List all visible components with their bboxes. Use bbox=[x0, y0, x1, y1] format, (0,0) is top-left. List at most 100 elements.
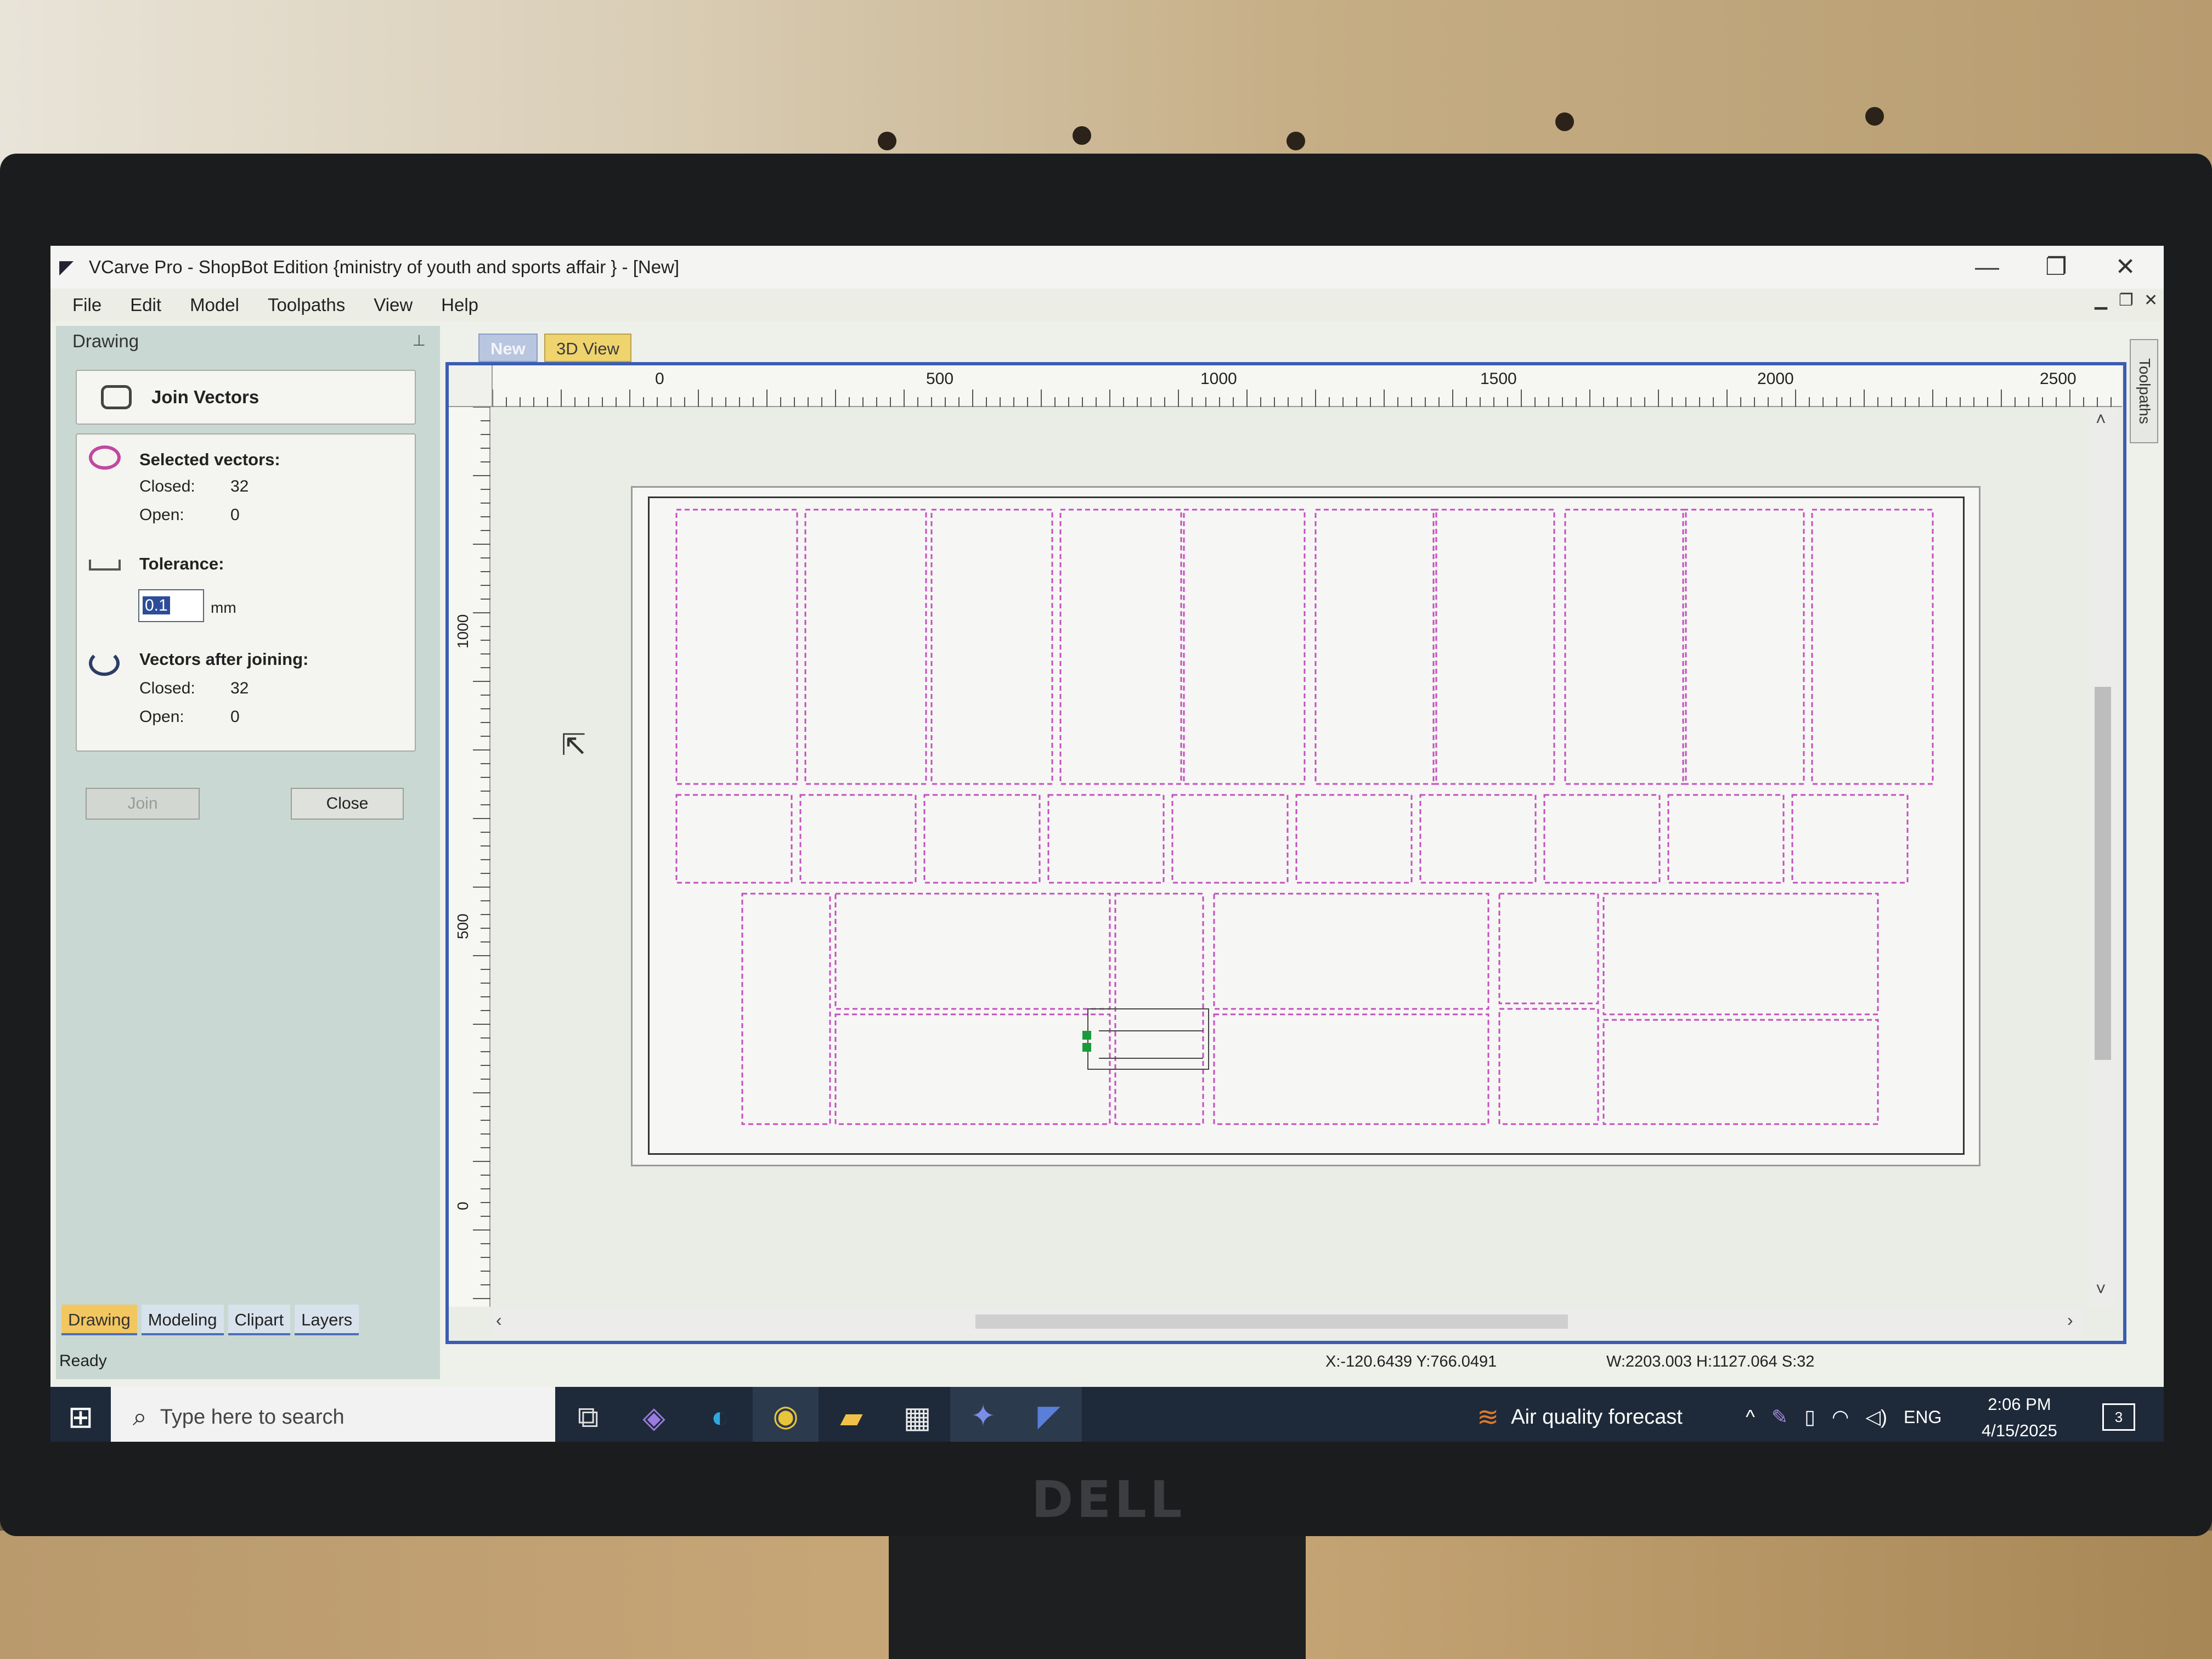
tab-modeling[interactable]: Modeling bbox=[141, 1305, 224, 1335]
pin-icon[interactable]: ⊥ bbox=[413, 331, 426, 349]
store-icon[interactable]: ▦ bbox=[884, 1387, 950, 1442]
vector-part[interactable] bbox=[1811, 509, 1934, 785]
weather-widget[interactable]: ≋ Air quality forecast bbox=[1477, 1387, 1683, 1442]
horizontal-ruler: 0 500 1000 1500 2000 2500 bbox=[493, 365, 2122, 407]
screen: ◤ VCarve Pro - ShopBot Edition {ministry… bbox=[50, 246, 2164, 1442]
tolerance-input[interactable]: 0.1 bbox=[138, 589, 204, 622]
vertical-scroll-thumb[interactable] bbox=[2095, 687, 2111, 1060]
monitor-brand-logo: DELL bbox=[1031, 1470, 1186, 1529]
vector-part[interactable] bbox=[1314, 509, 1437, 785]
selected-part-outline[interactable] bbox=[1087, 1008, 1209, 1070]
vector-parts[interactable] bbox=[633, 488, 1982, 1168]
menu-toolpaths[interactable]: Toolpaths bbox=[268, 295, 345, 315]
ruler-origin-corner[interactable] bbox=[449, 365, 493, 407]
search-placeholder: Type here to search bbox=[160, 1405, 345, 1429]
close-button[interactable]: Close bbox=[291, 788, 404, 820]
menu-edit[interactable]: Edit bbox=[130, 295, 161, 315]
language-indicator[interactable]: ENG bbox=[1904, 1407, 1942, 1427]
vector-part[interactable] bbox=[1602, 1019, 1879, 1125]
tab-drawing[interactable]: Drawing bbox=[61, 1305, 137, 1335]
vector-part[interactable] bbox=[1059, 509, 1182, 785]
wifi-icon[interactable]: ◠ bbox=[1832, 1406, 1849, 1429]
selected-closed-value: 32 bbox=[230, 477, 249, 495]
selected-open-label: Open: bbox=[139, 506, 184, 524]
node-handle[interactable] bbox=[1082, 1043, 1091, 1052]
vector-part[interactable] bbox=[1295, 794, 1413, 884]
taskbar-clock[interactable]: 2:06 PM 4/15/2025 bbox=[1982, 1391, 2057, 1442]
vector-part[interactable] bbox=[1498, 893, 1599, 1005]
vector-part[interactable] bbox=[804, 509, 927, 785]
vcarve-app-icon: ◤ bbox=[59, 257, 74, 278]
menu-help[interactable]: Help bbox=[441, 295, 478, 315]
minimize-button[interactable]: — bbox=[1954, 246, 2020, 289]
scroll-right-icon[interactable]: › bbox=[2067, 1310, 2073, 1330]
tab-new[interactable]: New bbox=[478, 334, 538, 362]
battery-icon[interactable]: ▯ bbox=[1804, 1406, 1815, 1429]
taskbar-search-box[interactable]: ⌕ Type here to search bbox=[111, 1387, 555, 1442]
drawing-canvas[interactable]: 0 500 1000 1500 2000 2500 1000 500 0 ⇱ ‹… bbox=[445, 362, 2126, 1344]
volume-icon[interactable]: ◁) bbox=[1865, 1406, 1887, 1429]
chrome-icon[interactable]: ◉ bbox=[753, 1387, 819, 1442]
vector-part[interactable] bbox=[923, 794, 1041, 884]
vector-part[interactable] bbox=[834, 893, 1111, 1010]
vector-part[interactable] bbox=[834, 1013, 1111, 1125]
restore-button[interactable]: ❐ bbox=[2023, 246, 2089, 289]
title-bar: ◤ VCarve Pro - ShopBot Edition {ministry… bbox=[50, 246, 2164, 289]
vector-part[interactable] bbox=[1213, 1013, 1489, 1125]
vertical-scrollbar[interactable]: ˄ ˅ bbox=[2089, 407, 2117, 1307]
task-view-icon[interactable]: ⧉ bbox=[555, 1387, 621, 1442]
close-window-button[interactable]: ✕ bbox=[2092, 246, 2158, 289]
tab-layers[interactable]: Layers bbox=[295, 1305, 359, 1335]
vector-part[interactable] bbox=[1498, 1008, 1599, 1125]
tolerance-unit: mm bbox=[211, 599, 236, 616]
horizontal-scrollbar[interactable]: ‹ › bbox=[493, 1308, 2084, 1335]
vector-part[interactable] bbox=[1682, 509, 1805, 785]
tab-3d-view[interactable]: 3D View bbox=[544, 334, 631, 362]
node-handle[interactable] bbox=[1082, 1031, 1091, 1040]
vector-part[interactable] bbox=[1183, 509, 1306, 785]
selected-closed-label: Closed: bbox=[139, 477, 195, 495]
tray-chevron-icon[interactable]: ^ bbox=[1746, 1406, 1755, 1429]
join-button[interactable]: Join bbox=[86, 788, 200, 820]
vector-part[interactable] bbox=[1543, 794, 1661, 884]
vector-part[interactable] bbox=[675, 509, 798, 785]
scroll-down-icon[interactable]: ˅ bbox=[2096, 1279, 2106, 1300]
vector-part[interactable] bbox=[1602, 893, 1879, 1015]
menu-file[interactable]: File bbox=[72, 295, 101, 315]
menu-model[interactable]: Model bbox=[190, 295, 239, 315]
vector-part[interactable] bbox=[741, 893, 831, 1125]
mdi-minimize-icon[interactable]: ▁ bbox=[2095, 291, 2107, 310]
menu-view[interactable]: View bbox=[374, 295, 413, 315]
scroll-left-icon[interactable]: ‹ bbox=[496, 1310, 502, 1330]
vector-part[interactable] bbox=[1047, 794, 1165, 884]
horizontal-scroll-thumb[interactable] bbox=[975, 1314, 1568, 1329]
file-explorer-icon[interactable]: ▰ bbox=[819, 1387, 884, 1442]
windows-taskbar: ⊞ ⌕ Type here to search ⧉ ◈ ◐ ◉ ▰ ▦ ✦ ◤ … bbox=[50, 1387, 2164, 1442]
vectric-app-icon[interactable]: ✦ bbox=[950, 1387, 1016, 1442]
vectors-after-icon bbox=[89, 651, 120, 676]
mdi-close-icon[interactable]: ✕ bbox=[2144, 291, 2158, 310]
vcarve-taskbar-icon[interactable]: ◤ bbox=[1016, 1387, 1082, 1442]
vector-part[interactable] bbox=[1791, 794, 1909, 884]
toolpaths-side-tab[interactable]: Toolpaths bbox=[2130, 339, 2158, 443]
copilot-icon[interactable]: ◈ bbox=[621, 1387, 687, 1442]
vector-part[interactable] bbox=[930, 509, 1053, 785]
vector-part[interactable] bbox=[1564, 509, 1687, 785]
notification-icon[interactable]: 3 bbox=[2102, 1403, 2135, 1431]
system-tray: ^ ✎ ▯ ◠ ◁) ENG bbox=[1746, 1387, 1958, 1442]
pen-icon[interactable]: ✎ bbox=[1771, 1406, 1788, 1429]
scroll-up-icon[interactable]: ˄ bbox=[2096, 409, 2106, 430]
vector-part[interactable] bbox=[1419, 794, 1537, 884]
vector-part[interactable] bbox=[799, 794, 917, 884]
pegboard-hole bbox=[1073, 126, 1091, 145]
edge-icon[interactable]: ◐ bbox=[687, 1387, 753, 1442]
vector-part[interactable] bbox=[675, 794, 793, 884]
tab-clipart[interactable]: Clipart bbox=[228, 1305, 291, 1335]
vector-part[interactable] bbox=[1667, 794, 1785, 884]
mdi-restore-icon[interactable]: ❐ bbox=[2119, 291, 2134, 310]
vector-part[interactable] bbox=[1171, 794, 1289, 884]
windows-start-icon[interactable]: ⊞ bbox=[50, 1387, 111, 1442]
vector-part[interactable] bbox=[1432, 509, 1555, 785]
selected-vectors-title: Selected vectors: bbox=[139, 450, 280, 469]
vector-part[interactable] bbox=[1213, 893, 1489, 1010]
